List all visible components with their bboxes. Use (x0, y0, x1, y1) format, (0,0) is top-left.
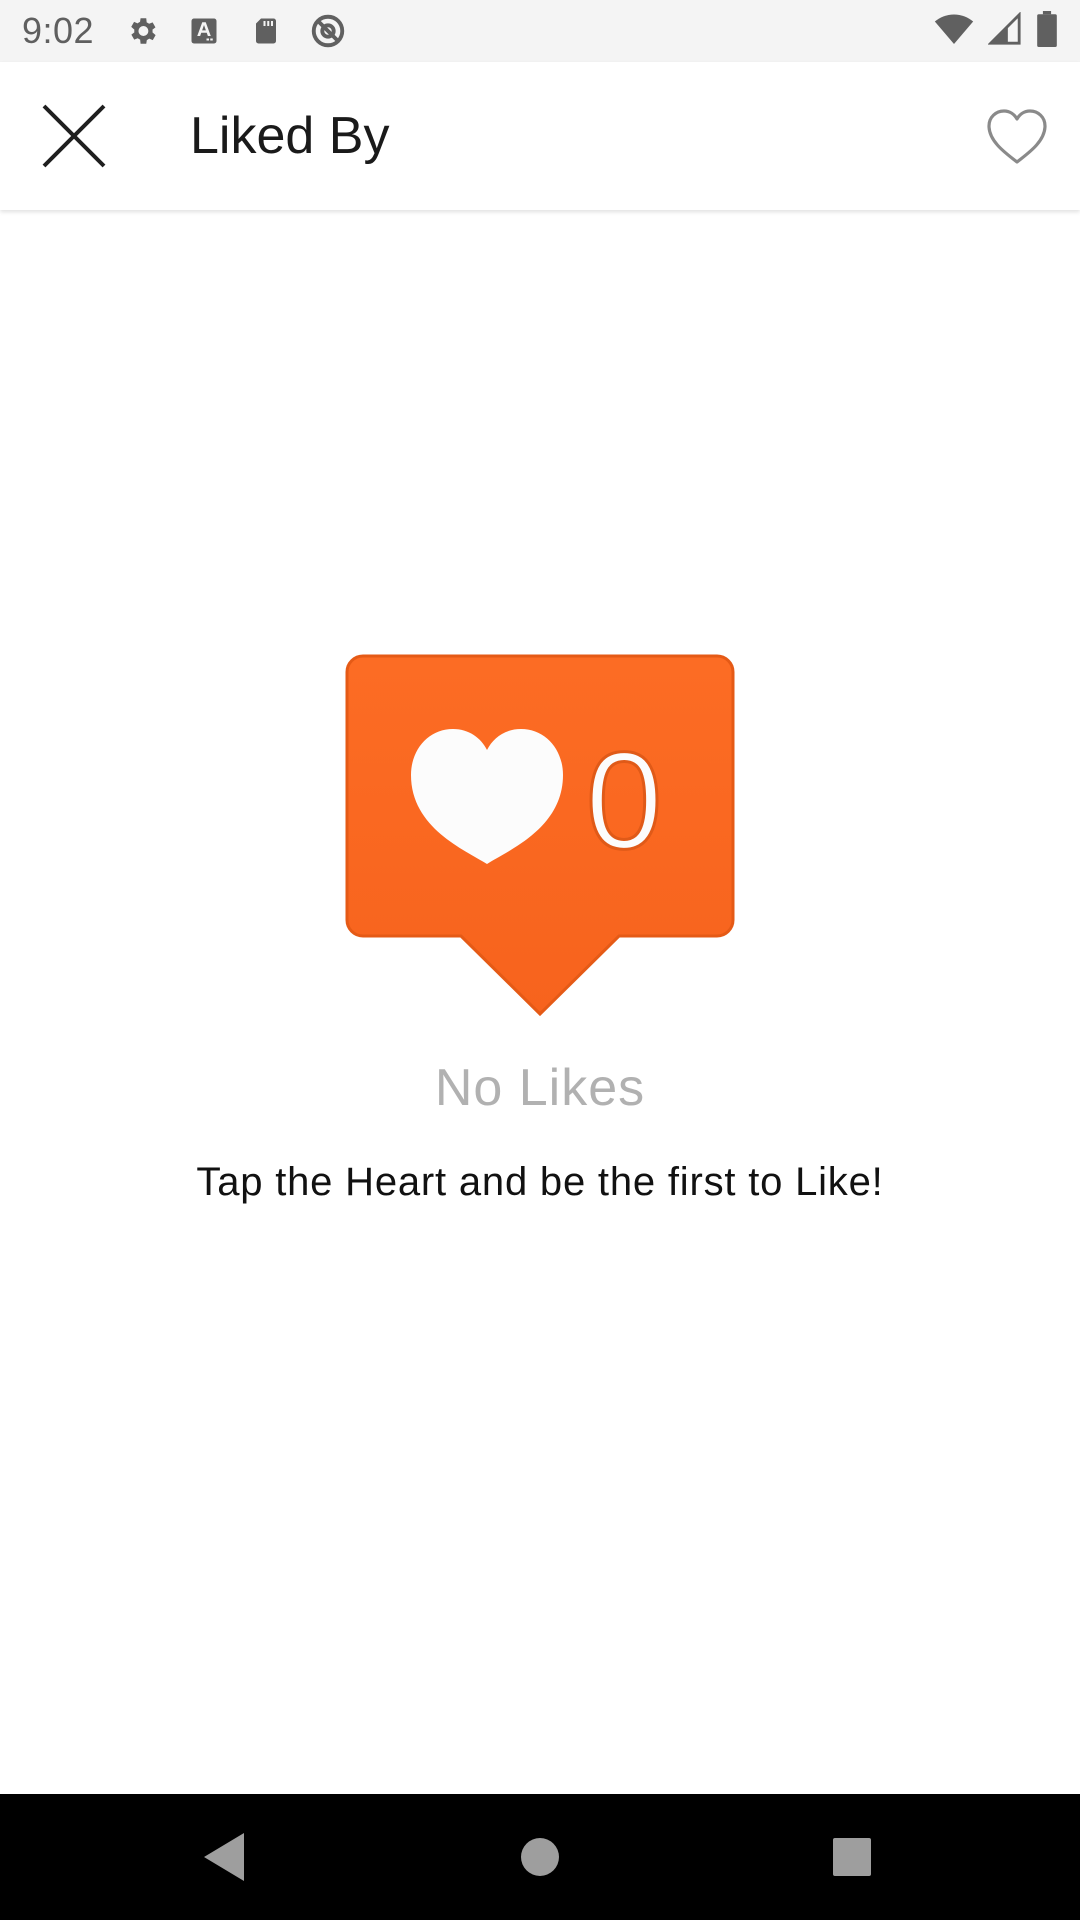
status-right-icons (934, 10, 1058, 52)
wifi-icon (934, 12, 974, 51)
empty-state: 0 No Likes Tap the Heart and be the firs… (0, 650, 1080, 1205)
font-download-icon (186, 13, 222, 49)
recents-icon (833, 1838, 871, 1876)
home-icon (521, 1838, 559, 1876)
cell-signal-icon (987, 10, 1022, 51)
sd-card-icon (248, 13, 284, 49)
status-left-icons (124, 13, 346, 49)
like-button[interactable] (978, 98, 1056, 176)
heart-outline-icon (987, 109, 1047, 164)
empty-subtitle: Tap the Heart and be the first to Like! (196, 1160, 884, 1204)
like-count-badge: 0 (345, 654, 735, 1017)
back-button[interactable] (190, 1822, 260, 1892)
navigation-bar (0, 1794, 1080, 1920)
back-icon (204, 1833, 244, 1881)
status-time: 9:02 (22, 10, 95, 51)
settings-icon (124, 13, 160, 49)
like-count: 0 (586, 724, 663, 878)
page-title: Liked By (190, 107, 390, 165)
recents-button[interactable] (817, 1822, 887, 1892)
empty-title: No Likes (434, 1059, 646, 1117)
close-button[interactable] (28, 90, 120, 182)
do-not-disturb-icon (310, 13, 346, 49)
home-button[interactable] (505, 1822, 575, 1892)
app-bar: Liked By (0, 62, 1080, 210)
status-bar: 9:02 (0, 0, 1080, 62)
battery-icon (1036, 10, 1058, 52)
close-icon (42, 104, 106, 168)
